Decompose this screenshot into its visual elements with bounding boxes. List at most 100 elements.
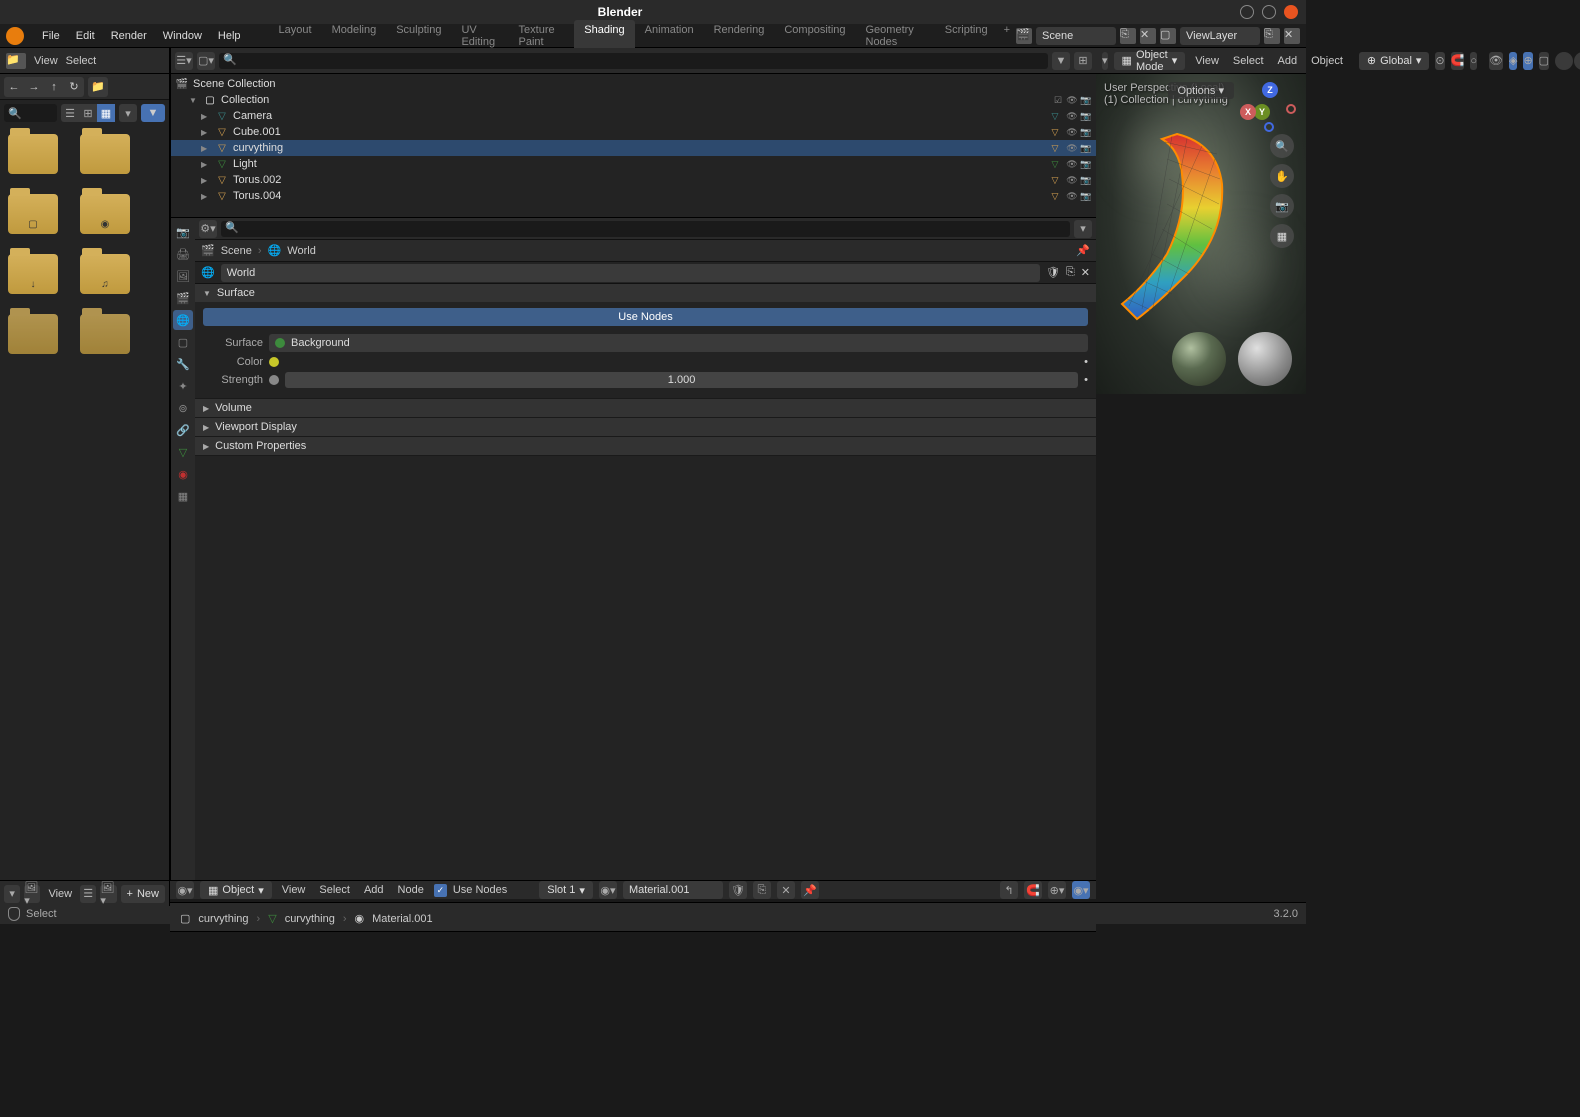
copy-icon[interactable]: ⎘: [1066, 266, 1075, 279]
perspective-icon[interactable]: ▦: [1270, 224, 1294, 248]
viewport-display-panel-header[interactable]: ▶Viewport Display: [195, 418, 1096, 436]
gray-sphere-icon[interactable]: [1238, 332, 1292, 386]
blender-logo-icon[interactable]: [6, 27, 24, 45]
scene-new-icon[interactable]: ⎘: [1120, 28, 1136, 44]
surface-panel-header[interactable]: ▼Surface: [195, 284, 1096, 302]
surface-type-selector[interactable]: Background: [269, 334, 1088, 352]
pivot-icon[interactable]: ⊙: [1435, 52, 1444, 70]
shield-icon[interactable]: 🛡: [1046, 266, 1060, 279]
vp-select-menu[interactable]: Select: [1229, 55, 1268, 67]
material-tab-icon[interactable]: ◉: [173, 464, 193, 484]
world-data-icon[interactable]: 🌐: [201, 266, 215, 279]
uv-view-menu[interactable]: View: [44, 888, 76, 900]
menu-edit[interactable]: Edit: [68, 27, 103, 45]
viewlayer-del-icon[interactable]: ✕: [1284, 28, 1300, 44]
pan-icon[interactable]: ✋: [1270, 164, 1294, 188]
outliner-new-col-icon[interactable]: ⊞: [1074, 52, 1092, 70]
world-tab-icon[interactable]: 🌐: [173, 310, 193, 330]
x-axis-icon[interactable]: X: [1240, 104, 1256, 120]
bc-world-icon[interactable]: 🌐: [268, 244, 282, 257]
uv-new-button[interactable]: + New: [121, 885, 165, 903]
ws-animation[interactable]: Animation: [635, 20, 704, 52]
viewport-options[interactable]: Options ▾: [1168, 82, 1235, 99]
nav-forward-button[interactable]: →: [24, 77, 44, 97]
orientation-gizmo[interactable]: Z Y X: [1246, 82, 1294, 130]
hdri-sphere-icon[interactable]: [1172, 332, 1226, 386]
display-sort-icon[interactable]: ▾: [119, 104, 137, 122]
fb-search-input[interactable]: 🔍: [4, 104, 57, 122]
folder-item[interactable]: [80, 314, 130, 354]
ws-rendering[interactable]: Rendering: [704, 20, 775, 52]
viewlayer-icon[interactable]: ▢: [1160, 28, 1176, 44]
object-tab-icon[interactable]: ▢: [173, 332, 193, 352]
bc-scene-icon[interactable]: 🎬: [201, 244, 215, 257]
viewlayer-new-icon[interactable]: ⎘: [1264, 28, 1280, 44]
visibility-icon[interactable]: 👁: [1489, 52, 1503, 70]
scene-tab-icon[interactable]: 🎬: [173, 288, 193, 308]
outliner-filter-icon[interactable]: ▼: [1052, 52, 1070, 70]
menu-file[interactable]: File: [34, 27, 68, 45]
prop-options-icon[interactable]: ⚙▾: [199, 220, 217, 238]
menu-help[interactable]: Help: [210, 27, 249, 45]
viewlayer-tab-icon[interactable]: 🖼: [173, 266, 193, 286]
z-axis-icon[interactable]: Z: [1262, 82, 1278, 98]
folder-item[interactable]: ↓: [8, 254, 58, 294]
y-axis-icon[interactable]: Y: [1254, 104, 1270, 120]
outliner-display-icon[interactable]: ▢▾: [197, 52, 215, 70]
color-dot-icon[interactable]: •: [1084, 356, 1088, 368]
folder-item[interactable]: ◉: [80, 194, 130, 234]
wireframe-mode-icon[interactable]: [1555, 52, 1573, 70]
use-nodes-button[interactable]: Use Nodes: [203, 308, 1088, 326]
proportional-icon[interactable]: ○: [1470, 52, 1477, 70]
folder-item[interactable]: ♫: [80, 254, 130, 294]
filter-toggle-button[interactable]: ▼: [141, 104, 165, 122]
folder-icon[interactable]: 📁: [6, 53, 26, 69]
outliner-search-input[interactable]: 🔍: [219, 53, 1048, 69]
editor-type-icon[interactable]: ▾: [1102, 52, 1108, 70]
ws-shading[interactable]: Shading: [574, 20, 634, 52]
ws-texturepaint[interactable]: Texture Paint: [509, 20, 575, 52]
uv-img-sel-icon[interactable]: 🖼▾: [100, 885, 116, 903]
ws-layout[interactable]: Layout: [269, 20, 322, 52]
strength-socket-icon[interactable]: [269, 375, 279, 385]
ws-uvediting[interactable]: UV Editing: [451, 20, 508, 52]
uv-editor-type-icon[interactable]: ▾: [4, 885, 20, 903]
data-tab-icon[interactable]: ▽: [173, 442, 193, 462]
strength-value-field[interactable]: 1.000: [285, 372, 1078, 388]
strength-dot-icon[interactable]: •: [1084, 374, 1088, 386]
volume-panel-header[interactable]: ▶Volume: [195, 399, 1096, 417]
close-button[interactable]: [1284, 5, 1298, 19]
prop-search-input[interactable]: 🔍: [221, 221, 1070, 237]
vp-view-menu[interactable]: View: [1191, 55, 1223, 67]
outliner-type-icon[interactable]: ☰▾: [175, 52, 193, 70]
scene-del-icon[interactable]: ✕: [1140, 28, 1156, 44]
3d-viewport[interactable]: User Perspective (Local) (1) Collection …: [1096, 74, 1306, 394]
menu-window[interactable]: Window: [155, 27, 210, 45]
snap-icon[interactable]: 🧲: [1451, 52, 1465, 70]
menu-render[interactable]: Render: [103, 27, 155, 45]
folder-item[interactable]: [8, 314, 58, 354]
viewlayer-field[interactable]: ViewLayer: [1180, 27, 1260, 45]
nav-newfolder-button[interactable]: 📁: [88, 77, 108, 97]
scene-name-field[interactable]: Scene: [1036, 27, 1116, 45]
outliner-item[interactable]: ▶▽Torus.004▽👁📷: [171, 188, 1096, 204]
maximize-button[interactable]: [1262, 5, 1276, 19]
vp-object-menu[interactable]: Object: [1307, 55, 1347, 67]
prop-sync-icon[interactable]: ▾: [1074, 220, 1092, 238]
nav-refresh-button[interactable]: ↻: [64, 77, 84, 97]
folder-item[interactable]: [80, 134, 130, 174]
unlink-icon[interactable]: ✕: [1081, 266, 1090, 279]
uv-image-icon[interactable]: 🖼▾: [24, 885, 40, 903]
output-tab-icon[interactable]: 🖨: [173, 244, 193, 264]
ws-compositing[interactable]: Compositing: [774, 20, 855, 52]
mode-selector[interactable]: ▦ Object Mode ▾: [1114, 52, 1186, 70]
fb-select-menu[interactable]: Select: [66, 55, 97, 67]
world-name-field[interactable]: World: [221, 264, 1040, 282]
outliner-collection[interactable]: ▼ ▢ Collection ☑👁📷: [171, 92, 1096, 108]
outliner-item[interactable]: ▶▽Light▽👁📷: [171, 156, 1096, 172]
uv-menu-icon[interactable]: ☰: [80, 885, 96, 903]
scene-icon[interactable]: 🎬: [1016, 28, 1032, 44]
folder-item[interactable]: [8, 134, 58, 174]
texture-tab-icon[interactable]: ▦: [173, 486, 193, 506]
ws-scripting[interactable]: Scripting: [935, 20, 998, 52]
